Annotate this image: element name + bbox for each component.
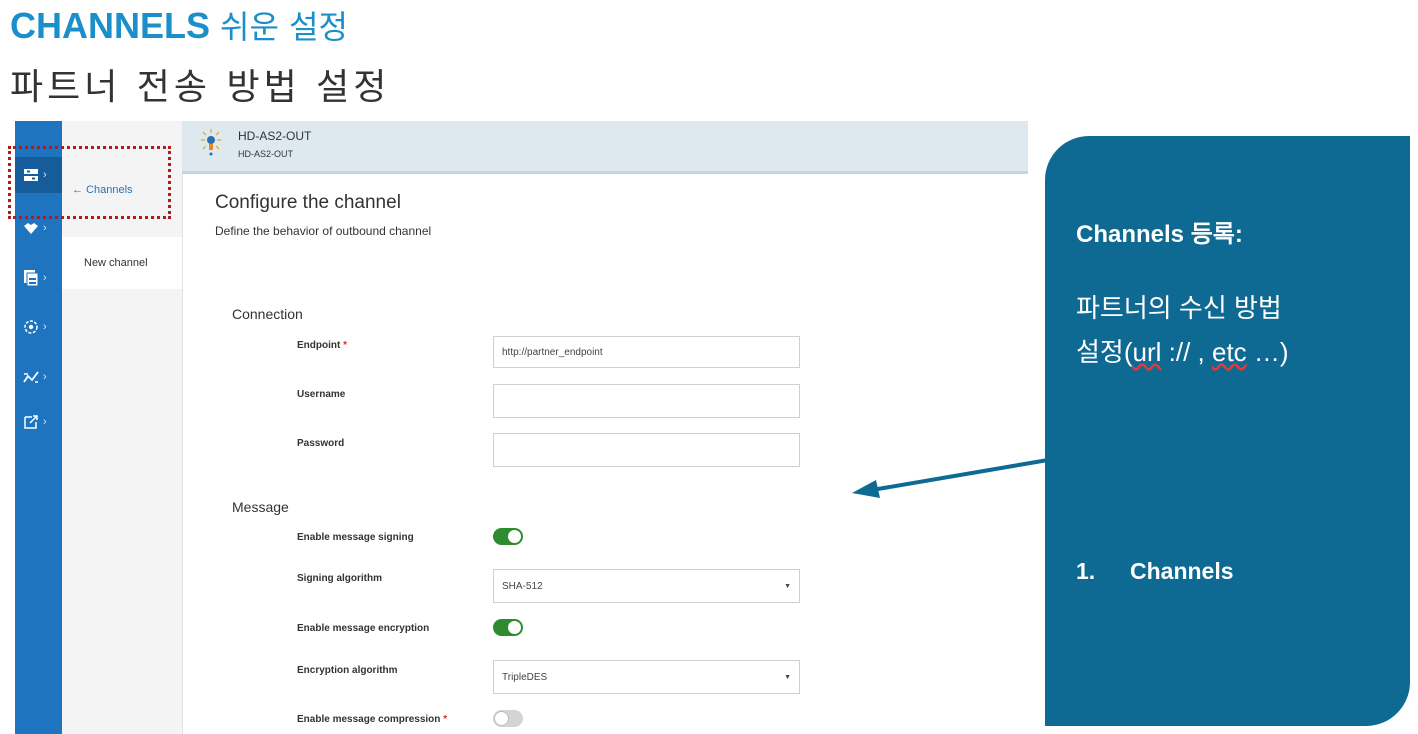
section-connection: Connection [232, 306, 303, 322]
export-icon [24, 415, 38, 429]
caret-down-icon: ▼ [784, 582, 791, 590]
encryption-toggle[interactable] [493, 619, 523, 636]
callout-heading: Channels 등록: [1076, 221, 1243, 248]
callout-line2-mid: :// , [1161, 337, 1212, 367]
chevron-right-icon: › [43, 272, 47, 284]
encryption-algorithm-label: Encryption algorithm [297, 665, 398, 676]
rail-item-export[interactable]: › [23, 410, 59, 434]
callout-line-1: 파트너의 수신 방법 [1076, 293, 1282, 323]
compression-toggle[interactable] [493, 710, 523, 727]
settings-icon [24, 320, 38, 334]
username-input[interactable] [493, 384, 800, 418]
slide-title-en: CHANNELS [10, 5, 211, 46]
callout-line-2: 설정(url :// , etc …) [1076, 330, 1406, 374]
callout-panel: Channels 등록: 파트너의 수신 방법 설정(url :// , etc… [1045, 136, 1410, 726]
rail-item-settings[interactable]: › [23, 315, 59, 339]
partners-icon [24, 223, 38, 234]
documents-icon [24, 270, 39, 287]
required-mark: * [443, 714, 448, 725]
section-message: Message [232, 499, 289, 515]
channel-logo-icon [201, 129, 221, 156]
username-label: Username [297, 389, 346, 400]
callout-step: 1. Channels [1076, 558, 1234, 585]
required-mark: * [343, 340, 348, 351]
channel-header: HD-AS2-OUT HD-AS2-OUT [182, 121, 1028, 174]
rail-item-routing[interactable]: › [23, 365, 59, 389]
channel-subname: HD-AS2-OUT [238, 149, 294, 159]
chevron-right-icon: › [43, 416, 47, 428]
chevron-right-icon: › [43, 371, 47, 383]
slide-title-ko: 쉬운 설정 [220, 8, 348, 46]
endpoint-label: Endpoint * [297, 340, 347, 351]
callout-body: 파트너의 수신 방법 설정(url :// , etc …) [1076, 286, 1406, 374]
compression-toggle-label: Enable message compression * [297, 714, 447, 725]
signing-algorithm-value: SHA-512 [502, 580, 543, 592]
toggle-knob [507, 529, 522, 544]
callout-line2-url: url [1132, 337, 1162, 367]
encryption-algorithm-select[interactable]: TripleDES ▼ [493, 660, 800, 694]
signing-algorithm-select[interactable]: SHA-512 ▼ [493, 569, 800, 603]
subnav-item-new-channel[interactable]: New channel [62, 237, 182, 289]
channel-name: HD-AS2-OUT [238, 129, 312, 143]
toggle-knob [507, 620, 522, 635]
routing-icon [23, 371, 39, 383]
signing-toggle-label: Enable message signing [297, 532, 414, 543]
chevron-right-icon: › [43, 222, 47, 234]
chevron-right-icon: › [43, 321, 47, 333]
toggle-knob [494, 711, 509, 726]
step-label: Channels [1130, 558, 1234, 584]
page-title: Configure the channel [215, 192, 401, 213]
callout-line2-etc: etc [1211, 337, 1247, 367]
signing-toggle[interactable] [493, 528, 523, 545]
signing-algorithm-label: Signing algorithm [297, 573, 382, 584]
highlight-box [8, 146, 171, 219]
encryption-algorithm-value: TripleDES [502, 671, 548, 683]
endpoint-label-text: Endpoint [297, 340, 341, 351]
callout-line2-suffix: …) [1246, 337, 1289, 367]
endpoint-input[interactable] [493, 336, 800, 368]
password-input[interactable] [493, 433, 800, 467]
encryption-toggle-label: Enable message encryption [297, 623, 430, 634]
slide-title: CHANNELS 쉬운 설정 [10, 2, 348, 48]
slide-subtitle: 파트너 전송 방법 설정 [10, 67, 391, 108]
compression-label-text: Enable message compression [297, 714, 441, 725]
pointer-arrow-icon [852, 458, 1049, 498]
step-number: 1. [1076, 558, 1096, 584]
callout-line2-prefix: 설정( [1076, 337, 1133, 367]
page-description: Define the behavior of outbound channel [215, 224, 432, 238]
password-label: Password [297, 438, 345, 449]
rail-item-partners[interactable]: › [23, 216, 59, 240]
subnav-item-label: New channel [84, 257, 148, 269]
caret-down-icon: ▼ [784, 673, 791, 681]
rail-item-documents[interactable]: › [23, 266, 59, 290]
